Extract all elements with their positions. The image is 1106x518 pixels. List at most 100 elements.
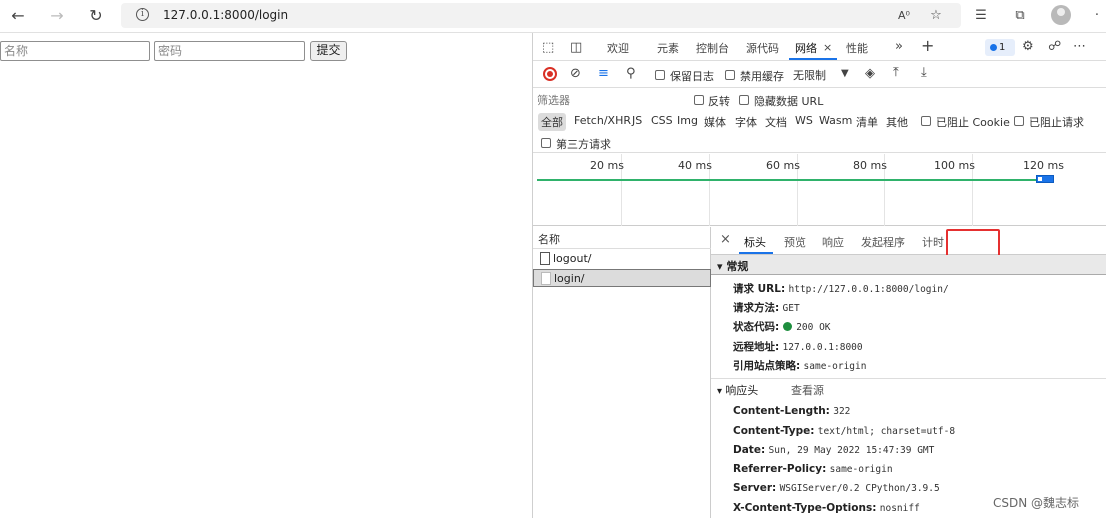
tick-label: 80 ms bbox=[853, 159, 887, 172]
add-tab-icon[interactable]: + bbox=[921, 38, 934, 54]
invert-checkbox[interactable] bbox=[694, 95, 704, 105]
request-list-header[interactable]: 名称 bbox=[533, 227, 711, 249]
header-key: Content-Type: bbox=[733, 425, 815, 437]
search-icon[interactable]: ⚲ bbox=[626, 66, 636, 82]
filter-input[interactable] bbox=[537, 92, 682, 109]
response-header-row: Content-Type: text/html; charset=utf-8 bbox=[733, 425, 955, 437]
response-header-row: Server: WSGIServer/0.2 CPython/3.9.5 bbox=[733, 482, 940, 494]
remote-address-row: 远程地址: 127.0.0.1:8000 bbox=[733, 339, 863, 354]
type-filter-media[interactable]: 媒体 bbox=[704, 114, 726, 130]
device-toolbar-icon[interactable]: ◫ bbox=[570, 40, 582, 56]
throttling-select[interactable]: 无限制 bbox=[793, 67, 826, 83]
reload-icon[interactable]: ↻ bbox=[85, 5, 107, 27]
status-code-label: 状态代码: bbox=[733, 321, 780, 333]
type-filter-img[interactable]: Img bbox=[677, 114, 698, 127]
browser-toolbar: ← → ↻ i 127.0.0.1:8000/login A⁰ ☆ ☰ ⧉ · bbox=[0, 0, 1106, 33]
avatar[interactable] bbox=[1051, 5, 1071, 25]
active-detail-tab-indicator bbox=[739, 252, 773, 254]
preserve-log-checkbox[interactable] bbox=[655, 70, 665, 80]
view-source-link[interactable]: 查看源 bbox=[791, 382, 824, 398]
import-har-icon[interactable]: ⤒ bbox=[893, 65, 899, 81]
export-har-icon[interactable]: ⤓ bbox=[921, 65, 927, 81]
address-bar[interactable]: i 127.0.0.1:8000/login bbox=[121, 3, 961, 28]
type-filter-fetch-xhr[interactable]: Fetch/XHR bbox=[574, 114, 631, 127]
disable-cache-checkbox[interactable] bbox=[725, 70, 735, 80]
customize-icon[interactable]: ☍ bbox=[1048, 39, 1061, 55]
tab-console[interactable]: 控制台 bbox=[696, 40, 729, 56]
close-tab-icon[interactable]: × bbox=[823, 40, 832, 56]
username-input[interactable] bbox=[0, 41, 150, 61]
type-filter-font[interactable]: 字体 bbox=[735, 114, 757, 130]
timeline-request-marker bbox=[1036, 175, 1054, 183]
favorite-star-icon[interactable]: ☆ bbox=[926, 6, 946, 26]
third-party-checkbox[interactable] bbox=[541, 138, 551, 148]
type-filter-doc[interactable]: 文档 bbox=[765, 114, 787, 130]
tab-initiator[interactable]: 发起程序 bbox=[861, 234, 905, 250]
read-aloud-icon[interactable]: A⁰ bbox=[894, 6, 914, 26]
tick-label: 20 ms bbox=[590, 159, 624, 172]
tab-sources[interactable]: 源代码 bbox=[746, 40, 779, 56]
header-value: WSGIServer/0.2 CPython/3.9.5 bbox=[779, 483, 940, 494]
issues-badge[interactable]: 1 bbox=[985, 39, 1015, 56]
more-menu-icon[interactable]: · bbox=[1090, 6, 1104, 26]
detail-tab-bar: × 标头 预览 响应 发起程序 计时 bbox=[711, 227, 1106, 263]
filter-row: 反转 隐藏数据 URL bbox=[533, 89, 1106, 111]
response-header-row: Referrer-Policy: same-origin bbox=[733, 463, 893, 475]
tab-performance[interactable]: 性能 bbox=[846, 40, 868, 56]
network-conditions-icon[interactable]: ◈ bbox=[865, 66, 875, 82]
request-url-value: http://127.0.0.1:8000/login/ bbox=[788, 284, 949, 295]
clear-icon[interactable]: ⊘ bbox=[570, 66, 581, 82]
filter-icon[interactable]: ≡ bbox=[598, 66, 609, 82]
blocked-requests-checkbox[interactable] bbox=[1014, 116, 1024, 126]
more-options-icon[interactable]: ⋯ bbox=[1073, 39, 1086, 55]
settings-gear-icon[interactable]: ⚙ bbox=[1022, 39, 1034, 55]
request-detail-panel: × 标头 预览 响应 发起程序 计时 ▾ 常规 请求 URL: http://1… bbox=[711, 227, 1106, 518]
type-filter-wasm[interactable]: Wasm bbox=[819, 114, 852, 127]
record-icon[interactable] bbox=[543, 67, 557, 81]
type-filter-css[interactable]: CSS bbox=[651, 114, 673, 127]
request-list: 名称 logout/ login/ bbox=[533, 227, 711, 518]
password-input[interactable] bbox=[154, 41, 305, 61]
response-headers-title: 响应头 bbox=[725, 384, 759, 397]
tab-network[interactable]: 网络 bbox=[795, 40, 817, 56]
site-info-icon[interactable]: i bbox=[136, 8, 149, 21]
type-filter-other[interactable]: 其他 bbox=[886, 114, 908, 130]
inspect-element-icon[interactable]: ⬚ bbox=[542, 40, 554, 56]
tab-welcome[interactable]: 欢迎 bbox=[607, 40, 629, 56]
request-row-selected[interactable]: login/ bbox=[533, 269, 711, 287]
tick-label: 120 ms bbox=[1023, 159, 1064, 172]
collections-icon[interactable]: ⧉ bbox=[1010, 6, 1030, 26]
response-headers-section-header[interactable]: ▾ 响应头 查看源 bbox=[711, 378, 1106, 398]
header-value: same-origin bbox=[829, 464, 893, 475]
request-url-row: 请求 URL: http://127.0.0.1:8000/login/ bbox=[733, 281, 949, 296]
url-text[interactable]: 127.0.0.1:8000/login bbox=[163, 8, 288, 22]
third-party-label: 第三方请求 bbox=[556, 138, 611, 151]
request-row[interactable]: logout/ bbox=[533, 250, 711, 268]
submit-button[interactable]: 提交 bbox=[310, 41, 347, 61]
general-section-header[interactable]: ▾ 常规 bbox=[711, 255, 1106, 275]
tab-timing[interactable]: 计时 bbox=[922, 234, 944, 250]
forward-arrow-icon[interactable]: → bbox=[46, 5, 68, 27]
tab-preview[interactable]: 预览 bbox=[784, 234, 806, 250]
tab-headers[interactable]: 标头 bbox=[744, 234, 766, 250]
document-icon bbox=[541, 272, 551, 285]
hide-data-urls-checkbox[interactable] bbox=[739, 95, 749, 105]
back-arrow-icon[interactable]: ← bbox=[7, 5, 29, 27]
devtools-tab-bar: ⬚ ◫ 欢迎 元素 控制台 源代码 网络 × 性能 » + 1 ⚙ ☍ ⋯ bbox=[533, 33, 1106, 61]
network-overview-timeline[interactable]: 20 ms 40 ms 60 ms 80 ms 100 ms 120 ms bbox=[533, 154, 1106, 226]
devtools-panel: ⬚ ◫ 欢迎 元素 控制台 源代码 网络 × 性能 » + 1 ⚙ ☍ ⋯ ⊘ … bbox=[532, 33, 1106, 518]
type-filter-ws[interactable]: WS bbox=[795, 114, 813, 127]
close-detail-icon[interactable]: × bbox=[720, 232, 731, 247]
resource-type-filters: 全部 Fetch/XHR JS CSS Img 媒体 字体 文档 WS Wasm… bbox=[533, 111, 1106, 133]
chevron-down-icon[interactable]: ▼ bbox=[841, 66, 849, 82]
third-party-row: 第三方请求 bbox=[533, 133, 1106, 153]
blocked-cookies-checkbox[interactable] bbox=[921, 116, 931, 126]
type-filter-js[interactable]: JS bbox=[632, 114, 642, 127]
disable-cache-label: 禁用缓存 bbox=[740, 70, 784, 83]
type-filter-manifest[interactable]: 清单 bbox=[856, 114, 878, 130]
more-tabs-icon[interactable]: » bbox=[895, 39, 903, 55]
tab-elements[interactable]: 元素 bbox=[657, 40, 679, 56]
tab-response[interactable]: 响应 bbox=[822, 234, 844, 250]
favorites-list-icon[interactable]: ☰ bbox=[971, 6, 991, 26]
type-filter-all[interactable]: 全部 bbox=[538, 113, 566, 131]
